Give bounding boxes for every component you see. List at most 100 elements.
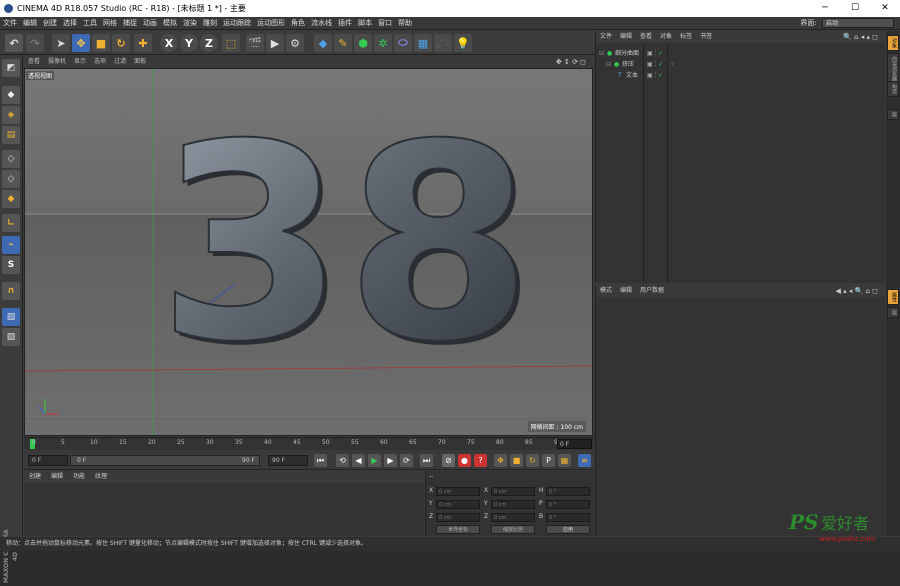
visibility-dots-icon[interactable]: ▣ ⁚ [647, 60, 656, 70]
render-settings-icon[interactable]: ⚙ [286, 34, 304, 52]
end-frame-field[interactable]: 90 F [268, 455, 308, 466]
tab-objects[interactable]: 对象 [887, 35, 899, 51]
render-view-icon[interactable]: 🎬 [246, 34, 264, 52]
attribute-nav-icons[interactable]: ◀ ▴ ◂ 🔍 ⌂ ◻ [831, 285, 882, 297]
light-icon[interactable]: 💡 [454, 34, 472, 52]
object-menu-bookmarks[interactable]: 书签 [696, 31, 716, 43]
workplane-mode-icon[interactable]: ▤ [2, 126, 20, 144]
tab-layer[interactable]: 层 [887, 307, 899, 318]
play-icon[interactable]: ▶ [368, 454, 381, 467]
menu-simulate[interactable]: 模拟 [160, 17, 180, 30]
keyframe-scale-icon[interactable]: ■ [510, 454, 523, 467]
tab-structure[interactable]: 构造 [887, 81, 899, 97]
menu-plugins[interactable]: 插件 [335, 17, 355, 30]
text-3d-38[interactable]: 38 38 [156, 85, 537, 405]
object-menu-edit[interactable]: 编辑 [616, 31, 636, 43]
workplane-icon[interactable]: ▧ [2, 308, 20, 326]
viewport-menu-display[interactable]: 显示 [70, 56, 90, 68]
menu-sculpt[interactable]: 雕刻 [200, 17, 220, 30]
keyframe-pla-icon[interactable]: ▦ [558, 454, 571, 467]
menu-snap[interactable]: 捕捉 [120, 17, 140, 30]
tab-content-browser[interactable]: 内容浏览器 [887, 53, 899, 84]
viewport-menu-cameras[interactable]: 摄像机 [44, 56, 70, 68]
apply-button[interactable]: 应用 [546, 525, 590, 534]
material-menu-edit[interactable]: 编辑 [46, 471, 68, 483]
size-z-field[interactable]: 0 cm [491, 513, 535, 522]
enabled-check-icon[interactable]: ✓ [658, 71, 663, 81]
menu-mograph[interactable]: 运动图形 [254, 17, 288, 30]
deformer-icon[interactable]: ⬭ [394, 34, 412, 52]
select-arrow-icon[interactable]: ➤ [52, 34, 70, 52]
viewport-menu-options[interactable]: 选项 [90, 56, 110, 68]
object-search-icon[interactable]: 🔍 ⌂ ◂ ▴ ◻ [839, 31, 882, 43]
last-tool-icon[interactable]: ✚ [134, 34, 152, 52]
menu-motion-tracking[interactable]: 运动跟踪 [220, 17, 254, 30]
menu-edit[interactable]: 编辑 [20, 17, 40, 30]
menu-animate[interactable]: 动画 [140, 17, 160, 30]
x-axis-lock-icon[interactable]: X [160, 34, 178, 52]
tweak-mode-icon[interactable]: ⌁ [2, 236, 20, 254]
grid-plane-icon[interactable]: ▨ [2, 328, 20, 346]
move-tool-icon[interactable]: ✥ [72, 34, 90, 52]
menu-render[interactable]: 渲染 [180, 17, 200, 30]
record-active-icon[interactable]: ● [458, 454, 471, 467]
rot-b-field[interactable]: 0 ° [546, 513, 590, 522]
keyframe-param-icon[interactable]: P [542, 454, 555, 467]
go-to-end-icon[interactable]: ⏭ [420, 454, 433, 467]
maximize-button[interactable]: ☐ [840, 0, 870, 17]
menu-select[interactable]: 选择 [60, 17, 80, 30]
camera-icon[interactable]: 🎥 [434, 34, 452, 52]
coord-mode-dropdown[interactable]: 世界坐标 [436, 525, 480, 534]
next-key-icon[interactable]: ⟳ [400, 454, 413, 467]
tab-attributes[interactable]: 属性 [887, 289, 899, 305]
viewport-menu-panel[interactable]: 面板 [130, 56, 150, 68]
object-row-text[interactable]: T 文本 ▣ ⁚ ✓ [596, 71, 886, 81]
rot-p-field[interactable]: 0 ° [546, 500, 590, 509]
object-menu-tags[interactable]: 标签 [676, 31, 696, 43]
layout-dropdown[interactable]: 启动 [822, 18, 894, 28]
viewport-menu-filter[interactable]: 过滤 [110, 56, 130, 68]
object-row-subdivision[interactable]: ⊟ ● 细分曲面 ▣ ⁚ ✓ [596, 49, 886, 59]
polygons-mode-icon[interactable]: ◆ [2, 190, 20, 208]
menu-create[interactable]: 创建 [40, 17, 60, 30]
material-menu-texture[interactable]: 纹理 [90, 471, 112, 483]
enabled-check-icon[interactable]: ✓ [658, 60, 663, 70]
prev-frame-icon[interactable]: ◀ [352, 454, 365, 467]
go-to-start-icon[interactable]: ⏮ [314, 454, 327, 467]
close-button[interactable]: ✕ [870, 0, 900, 17]
snap-icon[interactable]: S [2, 256, 20, 274]
viewport-menu-view[interactable]: 查看 [24, 56, 44, 68]
prev-key-icon[interactable]: ⟲ [336, 454, 349, 467]
undo-icon[interactable]: ↶ [5, 34, 23, 52]
render-picture-viewer-icon[interactable]: ▶ [266, 34, 284, 52]
axis-mode-icon[interactable]: ∟ [2, 214, 20, 232]
tab-layers[interactable]: 层 [887, 109, 899, 120]
enabled-check-icon[interactable]: ✓ [658, 49, 663, 59]
z-axis-lock-icon[interactable]: Z [200, 34, 218, 52]
scale-tool-icon[interactable]: ■ [92, 34, 110, 52]
y-axis-lock-icon[interactable]: Y [180, 34, 198, 52]
keyframe-rotation-icon[interactable]: ↻ [526, 454, 539, 467]
minimize-button[interactable]: ─ [810, 0, 840, 17]
menu-script[interactable]: 脚本 [355, 17, 375, 30]
preview-range-slider[interactable]: 0 F 90 F [70, 455, 260, 466]
material-menu-create[interactable]: 创建 [24, 471, 46, 483]
size-x-field[interactable]: 0 cm [491, 487, 535, 496]
subdivision-surface-icon[interactable]: ⬢ [354, 34, 372, 52]
cube-primitive-icon[interactable]: ◆ [314, 34, 332, 52]
attribute-menu-userdata[interactable]: 用户数据 [636, 285, 668, 297]
menu-mesh[interactable]: 网格 [100, 17, 120, 30]
auto-key-icon[interactable]: ? [474, 454, 487, 467]
rot-h-field[interactable]: 0 ° [546, 487, 590, 496]
texture-mode-icon[interactable]: ◈ [2, 106, 20, 124]
expand-icon[interactable]: ⊟ [599, 49, 604, 59]
redo-icon[interactable]: ↷ [26, 34, 44, 52]
size-y-field[interactable]: 0 cm [491, 500, 535, 509]
menu-pipeline[interactable]: 流水线 [308, 17, 335, 30]
object-row-extrude[interactable]: ⊟ ● 挤压 ▣ ⁚ ✓ ⁘ [596, 60, 886, 70]
visibility-dots-icon[interactable]: ▣ ⁚ [647, 49, 656, 59]
next-frame-icon[interactable]: ▶ [384, 454, 397, 467]
pos-z-field[interactable]: 0 cm [436, 513, 480, 522]
expand-icon[interactable]: ⊟ [606, 60, 611, 70]
rotate-tool-icon[interactable]: ↻ [112, 34, 130, 52]
